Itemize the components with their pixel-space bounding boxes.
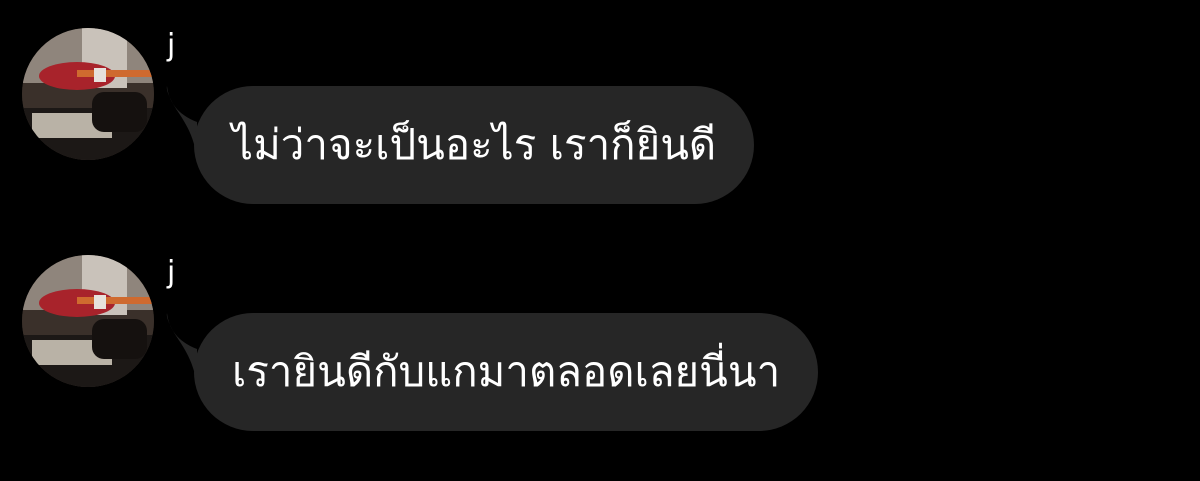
message-row: j ไม่ว่าจะเป็นอะไร เราก็ยินดี (0, 26, 1200, 226)
sender-name: j (167, 255, 176, 290)
avatar-photo-guitar-icon (22, 255, 154, 387)
avatar-photo-guitar-icon (22, 28, 154, 160)
message-bubble[interactable]: ไม่ว่าจะเป็นอะไร เราก็ยินดี (194, 86, 755, 204)
sender-name: j (167, 28, 176, 63)
message-row: j เรายินดีกับแกมาตลอดเลยนี่นา (0, 253, 1200, 453)
avatar[interactable] (22, 255, 154, 387)
message-bubble[interactable]: เรายินดีกับแกมาตลอดเลยนี่นา (194, 313, 819, 431)
avatar[interactable] (22, 28, 154, 160)
